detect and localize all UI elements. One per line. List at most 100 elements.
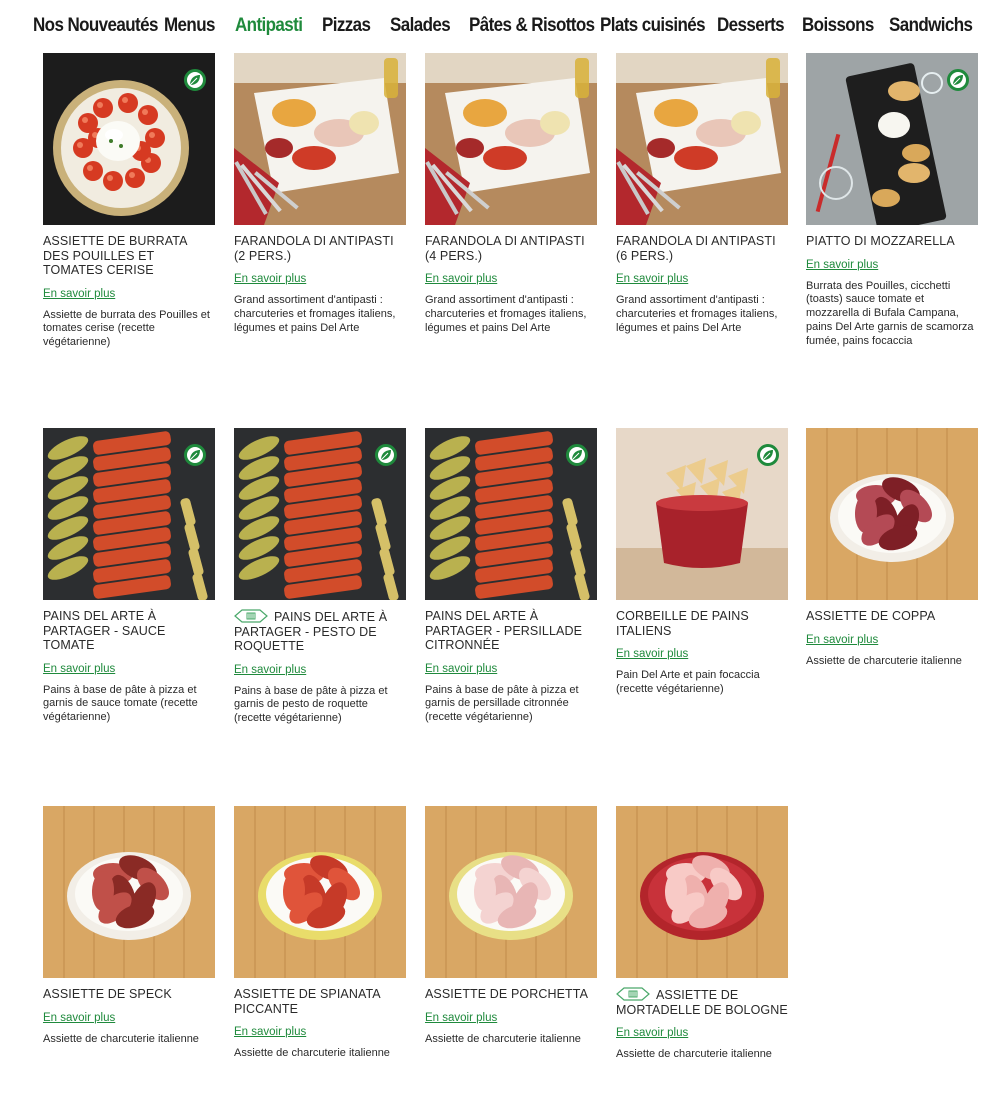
product-description: Grand assortiment d'antipasti : charcute…: [425, 294, 587, 334]
product-title-text: FARANDOLA DI ANTIPASTI (6 PERS.): [616, 234, 776, 263]
nav-item-desserts[interactable]: Desserts: [717, 14, 785, 36]
product-image[interactable]: [43, 53, 215, 225]
learn-more-link[interactable]: En savoir plus: [234, 273, 406, 285]
product-title[interactable]: FARANDOLA DI ANTIPASTI (2 PERS.): [234, 234, 406, 263]
product-image[interactable]: [234, 53, 406, 225]
product-title[interactable]: ASSIETTE DE PORCHETTA: [425, 987, 597, 1002]
product-description: Burrata des Pouilles, cicchetti (toasts)…: [806, 279, 974, 347]
product-image[interactable]: [425, 53, 597, 225]
product-card[interactable]: PAINS DEL ARTE À PARTAGER - PERSILLADE C…: [425, 428, 597, 725]
product-card[interactable]: ASSIETTE DE MORTADELLE DE BOLOGNE En sav…: [616, 806, 788, 1062]
product-image[interactable]: [806, 428, 978, 600]
product-card[interactable]: ASSIETTE DE SPIANATA PICCANTE En savoir …: [234, 806, 406, 1061]
learn-more-link[interactable]: En savoir plus: [234, 664, 406, 676]
vegetarian-leaf-icon: [375, 444, 397, 466]
product-description: Assiette de charcuterie italienne: [425, 1032, 581, 1045]
vegetarian-leaf-icon: [757, 444, 779, 466]
product-title[interactable]: ASSIETTE DE COPPA: [806, 609, 978, 624]
nav-item-pates-risottos[interactable]: Pâtes & Risottos: [469, 14, 595, 36]
learn-more-link[interactable]: En savoir plus: [425, 273, 597, 285]
learn-more-link[interactable]: En savoir plus: [616, 1027, 788, 1039]
product-card[interactable]: ASSIETTE DE BURRATA DES POUILLES ET TOMA…: [43, 53, 215, 350]
product-image[interactable]: [616, 53, 788, 225]
learn-more-link[interactable]: En savoir plus: [43, 288, 215, 300]
category-nav: Nos Nouveautés Menus Antipasti Pizzas Sa…: [0, 0, 989, 52]
product-card[interactable]: PAINS DEL ARTE À PARTAGER - SAUCE TOMATE…: [43, 428, 215, 725]
product-image[interactable]: [43, 428, 215, 600]
product-title-text: ASSIETTE DE BURRATA DES POUILLES ET TOMA…: [43, 234, 187, 277]
product-title-text: FARANDOLA DI ANTIPASTI (2 PERS.): [234, 234, 394, 263]
learn-more-link[interactable]: En savoir plus: [43, 663, 215, 675]
learn-more-link[interactable]: En savoir plus: [234, 1026, 406, 1038]
learn-more-link[interactable]: En savoir plus: [806, 634, 978, 646]
product-card[interactable]: PIATTO DI MOZZARELLA En savoir plus Burr…: [806, 53, 978, 348]
product-photo: [234, 53, 406, 225]
product-photo: [425, 53, 597, 225]
vegetarian-leaf-icon: [184, 444, 206, 466]
product-photo: [616, 53, 788, 225]
product-card[interactable]: ASSIETTE DE SPECK En savoir plus Assiett…: [43, 806, 215, 1046]
learn-more-link[interactable]: En savoir plus: [425, 663, 597, 675]
product-description: Assiette de charcuterie italienne: [806, 654, 962, 667]
product-image[interactable]: [616, 428, 788, 600]
product-description: Assiette de charcuterie italienne: [616, 1048, 772, 1060]
product-image[interactable]: [616, 806, 788, 978]
product-image[interactable]: [234, 428, 406, 600]
product-card[interactable]: PAINS DEL ARTE À PARTAGER - PESTO DE ROQ…: [234, 428, 406, 726]
product-title[interactable]: PAINS DEL ARTE À PARTAGER - PERSILLADE C…: [425, 609, 597, 653]
product-title[interactable]: ASSIETTE DE SPECK: [43, 987, 215, 1002]
vegetarian-leaf-icon: [184, 69, 206, 91]
learn-more-link[interactable]: En savoir plus: [806, 259, 978, 271]
vegetarian-leaf-icon: [566, 444, 588, 466]
product-photo: [806, 428, 978, 600]
nav-item-pizzas[interactable]: Pizzas: [322, 14, 371, 36]
product-title[interactable]: CORBEILLE DE PAINS ITALIENS: [616, 609, 788, 638]
product-title[interactable]: FARANDOLA DI ANTIPASTI (4 PERS.): [425, 234, 597, 263]
product-title-text: CORBEILLE DE PAINS ITALIENS: [616, 609, 749, 638]
nav-item-antipasti[interactable]: Antipasti: [235, 14, 303, 36]
product-title[interactable]: ASSIETTE DE MORTADELLE DE BOLOGNE: [616, 987, 788, 1017]
product-description: Pain Del Arte et pain focaccia (recette …: [616, 669, 760, 695]
learn-more-link[interactable]: En savoir plus: [43, 1012, 215, 1024]
product-title-text: FARANDOLA DI ANTIPASTI (4 PERS.): [425, 234, 585, 263]
learn-more-link[interactable]: En savoir plus: [425, 1012, 597, 1024]
product-image[interactable]: [425, 428, 597, 600]
nav-item-boissons[interactable]: Boissons: [802, 14, 874, 36]
nav-item-menus[interactable]: Menus: [164, 14, 215, 36]
product-description: Grand assortiment d'antipasti : charcute…: [616, 294, 778, 334]
product-image[interactable]: [43, 806, 215, 978]
product-title-text: PAINS DEL ARTE À PARTAGER - SAUCE TOMATE: [43, 609, 166, 652]
learn-more-link[interactable]: En savoir plus: [616, 273, 788, 285]
product-description: Assiette de burrata des Pouilles et toma…: [43, 308, 210, 349]
product-title-text: ASSIETTE DE PORCHETTA: [425, 987, 589, 1001]
product-image[interactable]: [806, 53, 978, 225]
product-description: Grand assortiment d'antipasti : charcute…: [234, 294, 396, 334]
product-card[interactable]: FARANDOLA DI ANTIPASTI (4 PERS.) En savo…: [425, 53, 597, 335]
product-title[interactable]: PAINS DEL ARTE À PARTAGER - PESTO DE ROQ…: [234, 609, 406, 654]
product-description: Pains à base de pâte à pizza et garnis d…: [425, 683, 579, 724]
product-title[interactable]: PAINS DEL ARTE À PARTAGER - SAUCE TOMATE: [43, 609, 215, 653]
product-description: Assiette de charcuterie italienne: [234, 1047, 390, 1059]
nav-item-plats-cuisines[interactable]: Plats cuisinés: [600, 14, 706, 36]
product-title[interactable]: PIATTO DI MOZZARELLA: [806, 234, 978, 249]
product-image[interactable]: [425, 806, 597, 978]
product-card[interactable]: ASSIETTE DE PORCHETTA En savoir plus Ass…: [425, 806, 597, 1046]
product-card[interactable]: CORBEILLE DE PAINS ITALIENS En savoir pl…: [616, 428, 788, 697]
product-title[interactable]: ASSIETTE DE SPIANATA PICCANTE: [234, 987, 406, 1016]
product-title[interactable]: ASSIETTE DE BURRATA DES POUILLES ET TOMA…: [43, 234, 215, 278]
nav-item-salades[interactable]: Salades: [390, 14, 451, 36]
product-card[interactable]: ASSIETTE DE COPPA En savoir plus Assiett…: [806, 428, 978, 668]
vegetarian-leaf-icon: [947, 69, 969, 91]
product-image[interactable]: [234, 806, 406, 978]
nav-item-nouveautes[interactable]: Nos Nouveautés: [33, 14, 158, 36]
product-title-text: PAINS DEL ARTE À PARTAGER - PERSILLADE C…: [425, 609, 583, 652]
product-card[interactable]: FARANDOLA DI ANTIPASTI (2 PERS.) En savo…: [234, 53, 406, 335]
product-description: Pains à base de pâte à pizza et garnis d…: [234, 684, 388, 725]
learn-more-link[interactable]: En savoir plus: [616, 648, 788, 660]
product-card[interactable]: FARANDOLA DI ANTIPASTI (6 PERS.) En savo…: [616, 53, 788, 335]
product-title-text: ASSIETTE DE SPIANATA PICCANTE: [234, 987, 381, 1016]
nav-item-sandwichs[interactable]: Sandwichs: [889, 14, 973, 36]
origin-label-icon: [234, 609, 268, 623]
origin-label-icon: [616, 987, 650, 1001]
product-title[interactable]: FARANDOLA DI ANTIPASTI (6 PERS.): [616, 234, 788, 263]
